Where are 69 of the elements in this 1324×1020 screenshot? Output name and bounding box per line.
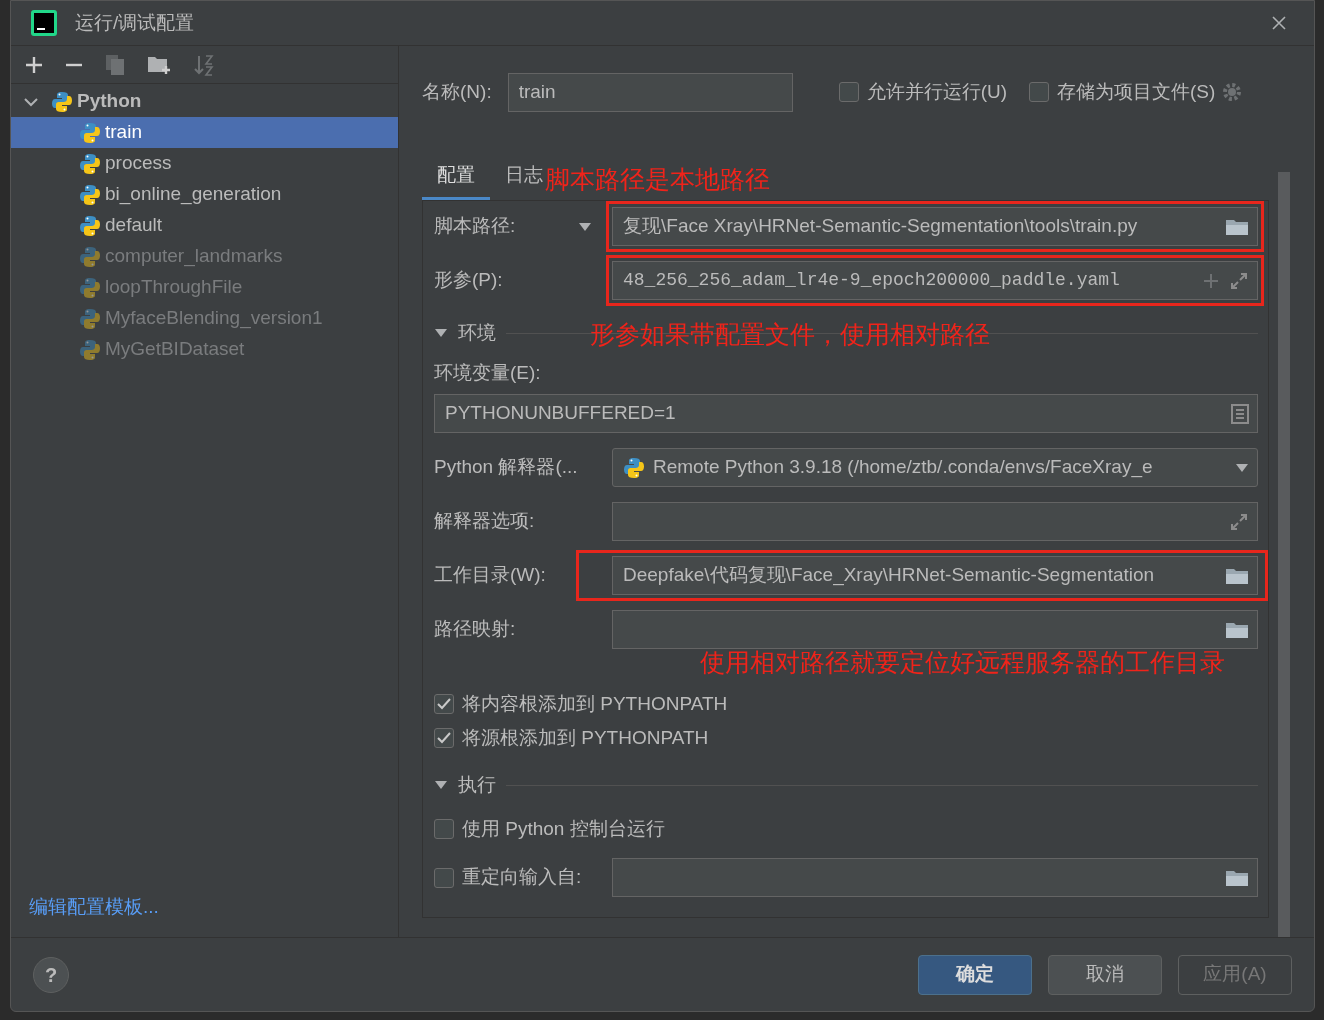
checkmark-icon [437,698,451,711]
python-icon [623,456,645,479]
python-icon [79,183,101,206]
script-path-label: 脚本路径: [434,214,516,239]
tree-item[interactable]: process [11,148,398,179]
new-folder-icon[interactable] [147,54,171,75]
python-icon [79,338,101,361]
option-checkbox[interactable]: 将内容根添加到 PYTHONPATH [434,690,728,719]
expand-icon [1229,511,1249,532]
checkmark-icon [437,731,451,744]
settings-icon[interactable] [1221,81,1244,103]
annotation-text: 使用相对路径就要定位好远程服务器的工作目录 [700,647,1225,678]
expand-icon [1229,270,1249,291]
option-checkbox[interactable]: 允许并行运行(U) [838,77,1008,107]
dropdown-icon[interactable] [578,221,592,232]
interpreter-dropdown[interactable]: Remote Python 3.9.18 (/home/ztb/.conda/envs/FaceXray_e [612,448,1258,487]
sort-icon[interactable] [193,53,215,76]
close-icon[interactable] [1272,16,1286,30]
triangle-icon[interactable] [434,780,448,791]
dialog-button[interactable]: 确定 [918,954,1032,995]
edit-templates-link[interactable]: 编辑配置模板... [29,892,398,921]
python-icon [79,245,101,268]
working-directory-field[interactable]: Deepfake\代码复现\Face_Xray\HRNet-Semantic-Segmentation [612,556,1258,595]
python-icon [79,152,101,175]
tree-item[interactable]: default [11,210,398,241]
tree-item[interactable]: Python [77,87,142,116]
option-checkbox[interactable]: 将源根添加到 PYTHONPATH [434,723,709,752]
name-field[interactable]: train [507,72,793,112]
triangle-icon[interactable] [434,328,448,339]
annotation-text: 脚本路径是本地路径 [545,164,770,195]
tree-item[interactable]: bi_online_generation [11,179,398,210]
caret-icon [1235,462,1249,473]
python-icon [79,276,101,299]
working-directory-label: 工作目录(W): [434,563,547,588]
parameters-label: 形参(P): [434,268,504,293]
checkbox[interactable] [838,82,859,102]
path-mappings-label: 路径映射: [434,617,517,642]
dialog-button[interactable]: 取消 [1048,954,1162,995]
python-icon [51,90,73,113]
interpreter-options-field[interactable] [612,502,1258,541]
python-icon [79,121,101,144]
checkbox[interactable] [434,818,454,839]
help-button[interactable]: ? [33,956,69,993]
checkbox[interactable] [434,727,454,748]
option-checkbox[interactable]: 存储为项目文件(S) [1029,77,1216,107]
env-vars-label: 环境变量(E): [434,360,542,385]
app-logo-icon [31,10,57,36]
path-mappings-field[interactable] [612,610,1258,649]
option-checkbox[interactable]: 重定向输入自: [434,863,612,892]
document-icon[interactable] [1231,403,1249,424]
checkbox[interactable] [434,694,454,715]
annotation-text: 形参如果带配置文件，使用相对路径 [590,319,990,350]
tab[interactable]: 配置 [422,154,490,200]
python-icon [79,307,101,330]
window-title: 运行/调试配置 [75,10,195,35]
interpreter-label: Python 解释器(... [434,455,579,480]
section-title: 执行 [458,773,496,797]
interpreter-options-label: 解释器选项: [434,509,536,534]
env-vars-field[interactable]: PYTHONUNBUFFERED=1 [434,394,1258,433]
option-checkbox[interactable]: 使用 Python 控制台运行 [434,814,1258,843]
checkbox[interactable] [1029,82,1050,102]
tree-item[interactable]: train [11,117,398,148]
copy-icon[interactable] [105,53,125,76]
section-title: 环境 [458,321,496,345]
python-icon [79,214,101,237]
checkbox[interactable] [434,867,454,888]
name-label: 名称(N): [422,79,492,104]
scrollbar[interactable] [1278,172,1290,937]
redirect-input-field[interactable] [612,858,1258,897]
